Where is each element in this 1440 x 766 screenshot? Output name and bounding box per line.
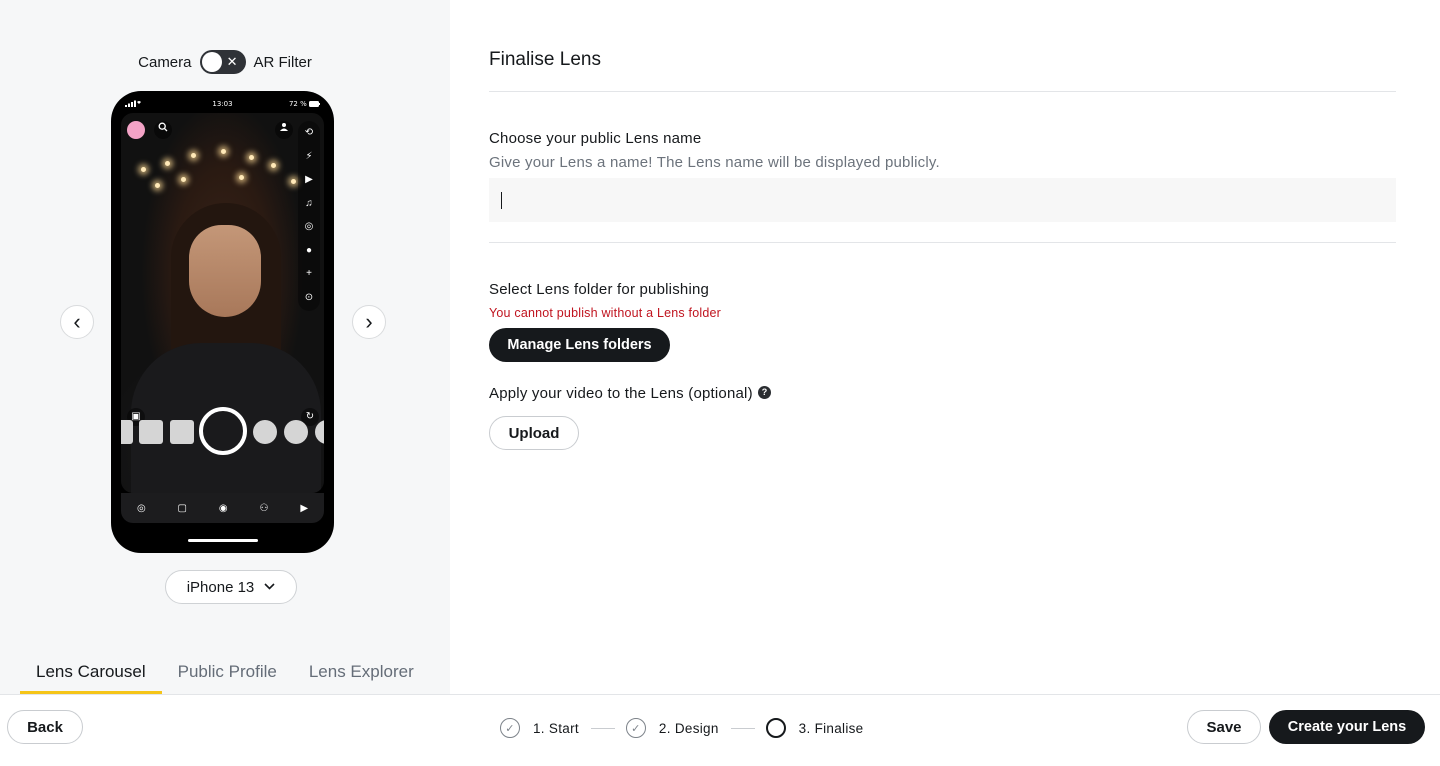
phone-preview: 13:03 72 % ⟲ ⚡ ▶ ♫ ◎ ● + ⊙ ▣ ↻ ◎ ▢ ◉ ⚇ ▶ <box>111 91 334 553</box>
shutter-button[interactable] <box>199 407 247 455</box>
step-start: ✓ 1. Start <box>500 718 579 738</box>
lens-name-input[interactable] <box>489 178 1396 222</box>
preview-panel: Camera ✕ AR Filter ‹ › 13:03 72 % ⟲ ⚡ ▶ … <box>0 0 450 694</box>
plus-icon[interactable]: + <box>298 262 320 286</box>
lens-folder-error: You cannot publish without a Lens folder <box>489 306 722 320</box>
lens-icon[interactable]: ● <box>298 239 320 263</box>
home-indicator <box>188 539 258 542</box>
mode-switch[interactable]: ✕ <box>199 50 246 74</box>
step-connector <box>730 727 755 729</box>
person-face <box>189 225 261 317</box>
flip-camera-icon[interactable]: ⟲ <box>298 121 320 145</box>
lens-thumbnail[interactable] <box>315 420 324 444</box>
chevron-down-icon <box>264 581 275 593</box>
device-dropdown[interactable]: iPhone 13 <box>165 570 297 604</box>
back-button[interactable]: Back <box>7 710 83 744</box>
map-icon[interactable]: ◎ <box>137 503 146 514</box>
switch-knob <box>201 52 222 72</box>
page-title: Finalise Lens <box>489 49 601 70</box>
dual-camera-icon[interactable]: ◎ <box>298 215 320 239</box>
bitmoji-avatar[interactable] <box>127 121 145 139</box>
camera-ar-toggle: Camera ✕ AR Filter <box>0 50 450 74</box>
help-icon[interactable]: ? <box>758 386 771 399</box>
chevron-right-icon: › <box>365 309 373 334</box>
battery-percent: 72 % <box>288 100 307 108</box>
device-label: iPhone 13 <box>186 578 255 596</box>
step-design: ✓ 2. Design <box>625 718 719 738</box>
battery-icon: 72 % <box>289 100 320 108</box>
step-label: 2. Design <box>658 720 719 736</box>
close-icon: ✕ <box>226 54 238 69</box>
step-connector <box>590 727 615 729</box>
lens-thumbnail[interactable] <box>253 420 277 444</box>
friends-icon[interactable]: ⚇ <box>259 503 268 514</box>
lens-name-hint: Give your Lens a name! The Lens name wil… <box>489 154 940 171</box>
divider <box>489 242 1396 243</box>
create-lens-button[interactable]: Create your Lens <box>1269 710 1425 744</box>
step-finalise: 3. Finalise <box>765 718 864 738</box>
camera-tools-rail: ⟲ ⚡ ▶ ♫ ◎ ● + ⊙ <box>298 121 320 311</box>
progress-steps: ✓ 1. Start ✓ 2. Design 3. Finalise <box>500 717 863 739</box>
wizard-footer: Back ✓ 1. Start ✓ 2. Design 3. Finalise … <box>0 694 1440 766</box>
lens-carousel-strip <box>121 407 324 457</box>
chevron-left-icon: ‹ <box>73 309 81 334</box>
previous-preview-button[interactable]: ‹ <box>60 305 94 339</box>
toggle-label-ar-filter: AR Filter <box>253 53 312 71</box>
video-icon[interactable]: ▶ <box>298 168 320 192</box>
manage-lens-folders-button[interactable]: Manage Lens folders <box>489 328 670 362</box>
step-label: 3. Finalise <box>798 720 864 736</box>
lens-folder-label: Select Lens folder for publishing <box>489 281 710 298</box>
lens-thumbnail[interactable] <box>121 420 133 444</box>
upload-button[interactable]: Upload <box>489 416 579 450</box>
finalise-panel: Finalise Lens Choose your public Lens na… <box>450 0 1440 694</box>
video-label: Apply your video to the Lens (optional) <box>489 385 753 402</box>
phone-status-bar: 13:03 72 % <box>111 99 334 111</box>
camera-icon[interactable]: ◉ <box>219 503 228 514</box>
music-icon[interactable]: ♫ <box>298 192 320 216</box>
lens-thumbnail[interactable] <box>139 420 163 444</box>
scan-icon[interactable]: ⊙ <box>298 286 320 310</box>
check-icon: ✓ <box>500 718 520 738</box>
divider <box>489 91 1396 92</box>
stories-icon[interactable]: ▶ <box>300 503 308 514</box>
tab-lens-explorer[interactable]: Lens Explorer <box>293 650 430 694</box>
lens-thumbnail[interactable] <box>170 420 194 444</box>
preview-tabs: Lens Carousel Public Profile Lens Explor… <box>0 650 450 694</box>
flash-icon[interactable]: ⚡ <box>298 145 320 169</box>
check-icon: ✓ <box>625 718 646 738</box>
string-lights <box>121 143 324 203</box>
next-preview-button[interactable]: › <box>352 305 386 339</box>
save-button[interactable]: Save <box>1187 710 1261 744</box>
add-friend-icon[interactable] <box>275 121 293 139</box>
text-caret <box>501 192 502 209</box>
camera-feed: ⟲ ⚡ ▶ ♫ ◎ ● + ⊙ ▣ ↻ <box>121 113 324 493</box>
tab-public-profile[interactable]: Public Profile <box>162 650 293 694</box>
toggle-label-camera: Camera <box>138 53 192 71</box>
chat-icon[interactable]: ▢ <box>178 503 187 514</box>
phone-bottom-nav: ◎ ▢ ◉ ⚇ ▶ <box>121 493 324 523</box>
tab-lens-carousel[interactable]: Lens Carousel <box>20 650 162 694</box>
current-step-icon <box>765 718 786 738</box>
search-icon[interactable] <box>154 121 172 139</box>
lens-name-label: Choose your public Lens name <box>489 130 702 147</box>
step-label: 1. Start <box>533 720 579 736</box>
lens-thumbnail[interactable] <box>284 420 308 444</box>
